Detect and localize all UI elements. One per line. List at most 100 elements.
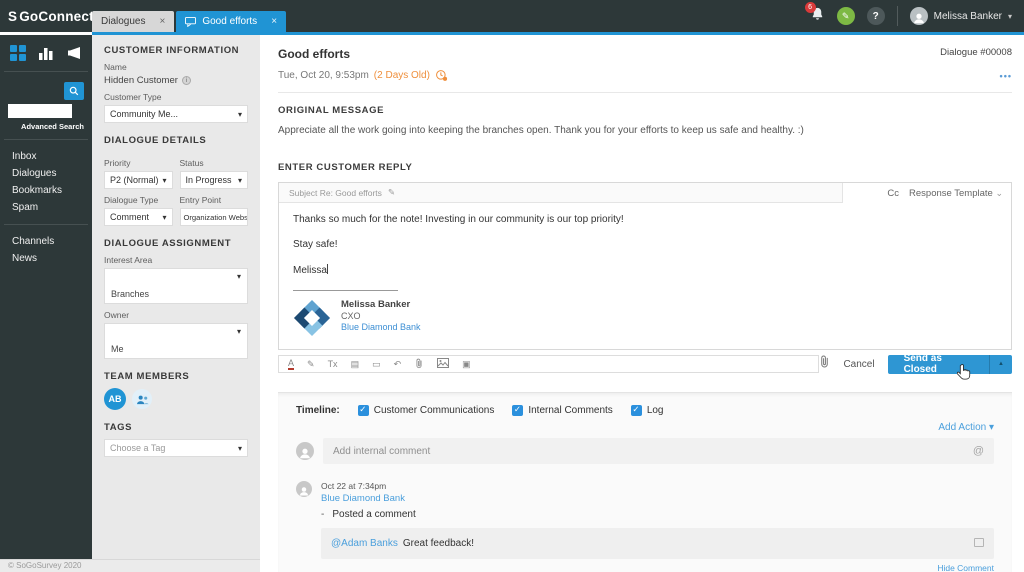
reply-line: Thanks so much for the note! Investing i…: [293, 214, 624, 225]
status-select[interactable]: In Progress: [179, 171, 248, 189]
section-title-customer-information: CUSTOMER INFORMATION: [104, 45, 240, 56]
attachment-icon[interactable]: [819, 354, 830, 374]
reply-editor: Subject Re: Good efforts ✎ Cc Response T…: [278, 182, 1012, 350]
megaphone-icon[interactable]: [66, 46, 82, 60]
sidebar-item-news[interactable]: News: [10, 250, 82, 267]
edit-subject-icon[interactable]: ✎: [388, 187, 395, 198]
bar-chart-icon[interactable]: [38, 46, 54, 60]
subject-bar[interactable]: Subject Re: Good efforts ✎: [279, 183, 843, 203]
tab-label: Dialogues: [101, 16, 146, 27]
actor-avatar: [296, 481, 312, 497]
help-button[interactable]: ?: [866, 7, 885, 25]
entry-actor-link[interactable]: Blue Diamond Bank: [321, 493, 994, 504]
reply-body-editor[interactable]: Thanks so much for the note! Investing i…: [279, 203, 1011, 349]
chevron-down-icon: ▾: [1007, 11, 1012, 21]
filter-customer-communications[interactable]: Customer Communications: [357, 404, 494, 416]
sidebar-item-inbox[interactable]: Inbox: [10, 148, 82, 165]
chevron-down-icon: ⌄: [995, 187, 1003, 198]
tab-dialogues[interactable]: Dialogues ×: [92, 11, 175, 32]
tab-label: Good efforts: [202, 16, 258, 27]
comment-options-icon[interactable]: [974, 538, 984, 547]
add-action-dropdown[interactable]: Add Action ▾: [296, 422, 994, 433]
clear-formatting-icon[interactable]: Tx: [328, 359, 338, 369]
mention-link[interactable]: @Adam Banks: [331, 538, 398, 549]
tags-select[interactable]: Choose a Tag: [104, 439, 248, 457]
owner-label: Owner: [104, 310, 130, 320]
hide-comment-link[interactable]: Hide Comment: [321, 563, 994, 572]
checkbox-checked-icon[interactable]: [630, 404, 642, 416]
chat-icon: [185, 16, 197, 27]
close-icon[interactable]: ×: [159, 16, 165, 27]
sidebar-item-channels[interactable]: Channels: [10, 233, 82, 250]
close-icon[interactable]: ×: [271, 16, 277, 27]
section-title-team-members: TEAM MEMBERS: [104, 371, 190, 382]
signature-name: Melissa Banker: [341, 299, 411, 310]
cc-button[interactable]: Cc: [887, 188, 899, 199]
filter-log[interactable]: Log: [630, 404, 664, 416]
signature-divider: [293, 290, 398, 291]
chevron-down-icon: ▾: [988, 422, 994, 433]
section-title-dialogue-assignment: DIALOGUE ASSIGNMENT: [104, 238, 232, 249]
help-icon: ?: [872, 10, 879, 22]
signature-company-link[interactable]: Blue Diamond Bank: [341, 322, 421, 332]
search-button[interactable]: [64, 82, 84, 100]
dialogue-options-icon[interactable]: •••: [1000, 71, 1012, 81]
advanced-search-link[interactable]: Advanced Search: [8, 122, 84, 131]
send-as-closed-button[interactable]: Send as Closed ▲: [887, 354, 1012, 374]
dialogue-age: (2 Days Old): [373, 70, 430, 81]
sidebar-item-bookmarks[interactable]: Bookmarks: [10, 182, 82, 199]
priority-select[interactable]: P2 (Normal): [104, 171, 173, 189]
attach-file-icon[interactable]: [414, 357, 424, 372]
marker-icon[interactable]: ✎: [307, 359, 315, 369]
pencil-icon: ✎: [841, 10, 850, 21]
entry-point-field[interactable]: Organization Website: [179, 208, 248, 226]
owner-select[interactable]: Me: [104, 323, 248, 359]
customer-type-select[interactable]: Community Me...: [104, 105, 248, 123]
notifications-button[interactable]: 6: [804, 2, 825, 26]
team-member-avatar[interactable]: AB: [104, 388, 126, 410]
font-color-icon[interactable]: A: [288, 358, 295, 370]
eraser-icon[interactable]: ▭: [372, 359, 381, 369]
user-menu[interactable]: Melissa Banker ▾: [909, 7, 1012, 25]
insert-image-icon[interactable]: [437, 358, 450, 370]
cancel-button[interactable]: Cancel: [843, 359, 874, 370]
app-logo[interactable]: S GoConnect: [0, 0, 94, 32]
send-options-caret[interactable]: ▲: [989, 354, 1012, 374]
reply-line: Stay safe!: [293, 239, 338, 250]
search-input[interactable]: [8, 104, 72, 118]
user-name: Melissa Banker: [933, 10, 1002, 22]
checkbox-checked-icon[interactable]: [357, 404, 369, 416]
name-label: Name: [104, 62, 127, 72]
group-icon: [136, 395, 149, 404]
undo-icon[interactable]: ↶: [394, 359, 402, 369]
sidebar-item-spam[interactable]: Spam: [10, 199, 82, 216]
filter-internal-comments[interactable]: Internal Comments: [512, 404, 613, 416]
logo-text-s: S: [8, 8, 18, 24]
sidebar-menu-secondary: Channels News: [4, 225, 88, 275]
add-team-member-button[interactable]: [132, 389, 152, 409]
open-tabs: Dialogues × Good efforts ×: [92, 0, 287, 32]
signature-role: CXO: [341, 311, 361, 321]
info-icon[interactable]: i: [181, 76, 191, 85]
sidebar-item-dialogues[interactable]: Dialogues: [10, 165, 82, 182]
section-title-dialogue-details: DIALOGUE DETAILS: [104, 135, 207, 146]
apps-grid-icon[interactable]: [10, 45, 26, 61]
sidebar-menu-primary: Inbox Dialogues Bookmarks Spam: [4, 140, 88, 225]
logo-text-rest: GoConnect: [19, 8, 94, 24]
interest-area-select[interactable]: Branches: [104, 268, 248, 304]
posted-comment: @Adam Banks Great feedback!: [321, 528, 994, 559]
tab-good-efforts[interactable]: Good efforts ×: [176, 11, 287, 32]
compose-button[interactable]: ✎: [836, 7, 855, 25]
clipboard-icon[interactable]: ▤: [351, 359, 360, 369]
internal-comment-input[interactable]: Add internal comment @: [323, 438, 994, 464]
subject-text: Subject Re: Good efforts: [289, 187, 382, 198]
section-title-tags: TAGS: [104, 422, 133, 433]
mention-icon[interactable]: @: [973, 445, 984, 457]
blue-diamond-bank-logo: [293, 299, 331, 337]
checkbox-checked-icon[interactable]: [512, 404, 524, 416]
dialogue-type-label: Dialogue Type: [104, 195, 159, 205]
dialogue-type-select[interactable]: Comment: [104, 208, 173, 226]
response-template-dropdown[interactable]: Response Template ⌄: [909, 188, 1003, 199]
insert-media-icon[interactable]: ▣: [462, 359, 471, 369]
interest-area-label: Interest Area: [104, 255, 153, 265]
